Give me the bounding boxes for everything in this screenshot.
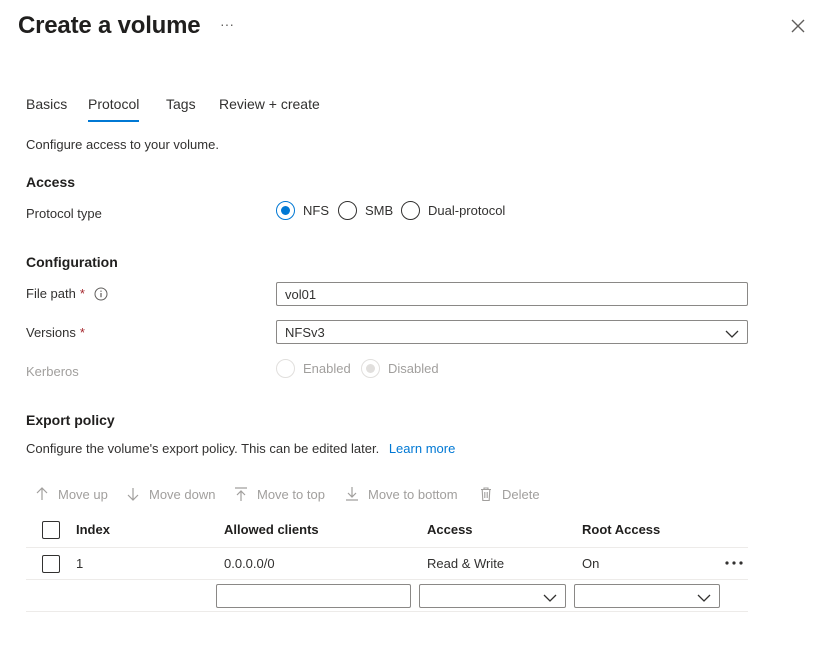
versions-label: Versions *: [26, 325, 85, 340]
move-to-top-button[interactable]: Move to top: [233, 486, 325, 502]
tab-protocol[interactable]: Protocol: [88, 96, 140, 122]
table-divider: [26, 547, 748, 548]
radio-kerberos-disabled-label: Disabled: [388, 361, 439, 376]
chevron-down-icon: [697, 591, 711, 602]
tab-tags[interactable]: Tags: [166, 96, 196, 122]
radio-smb-label: SMB: [365, 203, 394, 218]
new-allowed-clients-input[interactable]: [216, 584, 411, 608]
radio-nfs-label: NFS: [303, 203, 329, 218]
file-path-label: File path *: [26, 286, 85, 301]
column-header-allowed-clients[interactable]: Allowed clients: [224, 522, 319, 537]
access-heading: Access: [26, 174, 76, 190]
select-all-checkbox[interactable]: [42, 521, 60, 539]
radio-kerberos-enabled-label: Enabled: [303, 361, 351, 376]
radio-nfs[interactable]: NFS: [276, 201, 329, 220]
file-path-label-text: File path: [26, 286, 76, 301]
row-access: Read & Write: [427, 556, 505, 571]
move-down-button[interactable]: Move down: [125, 486, 215, 502]
move-to-bottom-label: Move to bottom: [368, 486, 458, 502]
versions-dropdown[interactable]: NFSv3: [276, 320, 748, 344]
radio-circle: [338, 201, 357, 220]
row-allowed-clients: 0.0.0.0/0: [224, 556, 275, 571]
more-options-icon[interactable]: ···: [220, 16, 234, 32]
delete-label: Delete: [502, 486, 540, 502]
move-up-button[interactable]: Move up: [34, 486, 108, 502]
versions-label-text: Versions: [26, 325, 76, 340]
chevron-down-icon: [543, 591, 557, 602]
tab-basics[interactable]: Basics: [26, 96, 67, 122]
arrow-up-icon: [36, 487, 48, 500]
column-header-access[interactable]: Access: [427, 522, 473, 537]
tab-review-create[interactable]: Review + create: [219, 96, 320, 122]
versions-selected-value: NFSv3: [285, 325, 325, 340]
radio-kerberos-enabled: Enabled: [276, 359, 351, 378]
info-icon[interactable]: [94, 287, 108, 301]
export-policy-description-text: Configure the volume's export policy. Th…: [26, 441, 380, 456]
table-divider: [26, 611, 748, 612]
move-to-top-icon: [235, 487, 247, 501]
learn-more-link[interactable]: Learn more: [389, 441, 455, 456]
new-root-access-dropdown[interactable]: [574, 584, 720, 608]
trash-icon: [481, 487, 491, 502]
new-access-dropdown[interactable]: [419, 584, 566, 608]
close-icon[interactable]: [788, 16, 808, 36]
move-to-bottom-button[interactable]: Move to bottom: [344, 486, 458, 502]
blade-header: Create a volume ···: [18, 12, 808, 44]
radio-dual-protocol-label: Dual-protocol: [428, 203, 506, 218]
radio-circle: [276, 201, 295, 220]
move-up-label: Move up: [58, 486, 108, 502]
required-mark: *: [79, 286, 85, 301]
chevron-down-icon: [725, 327, 739, 338]
radio-smb[interactable]: SMB: [338, 201, 393, 220]
row-more-options-icon[interactable]: [724, 557, 744, 572]
arrow-down-icon: [127, 488, 139, 501]
intro-text: Configure access to your volume.: [26, 137, 219, 152]
move-to-top-label: Move to top: [257, 486, 325, 502]
row-checkbox[interactable]: [42, 555, 60, 573]
radio-kerberos-disabled: Disabled: [361, 359, 439, 378]
row-index: 1: [76, 556, 84, 571]
radio-circle: [361, 359, 380, 378]
required-mark: *: [79, 325, 85, 340]
configuration-heading: Configuration: [26, 254, 118, 270]
radio-circle: [401, 201, 420, 220]
file-path-input[interactable]: [276, 282, 748, 306]
kerberos-label: Kerberos: [26, 364, 79, 379]
radio-dual-protocol[interactable]: Dual-protocol: [401, 201, 505, 220]
protocol-type-label: Protocol type: [26, 206, 102, 221]
row-root-access: On: [582, 556, 600, 571]
move-to-bottom-icon: [346, 487, 358, 501]
export-policy-description: Configure the volume's export policy. Th…: [26, 441, 455, 456]
column-header-root-access[interactable]: Root Access: [582, 522, 660, 537]
move-down-label: Move down: [149, 486, 216, 502]
delete-button[interactable]: Delete: [478, 486, 540, 502]
export-policy-heading: Export policy: [26, 412, 115, 428]
table-divider: [26, 579, 748, 580]
radio-circle: [276, 359, 295, 378]
page-title: Create a volume: [18, 12, 201, 39]
column-header-index[interactable]: Index: [76, 522, 110, 537]
